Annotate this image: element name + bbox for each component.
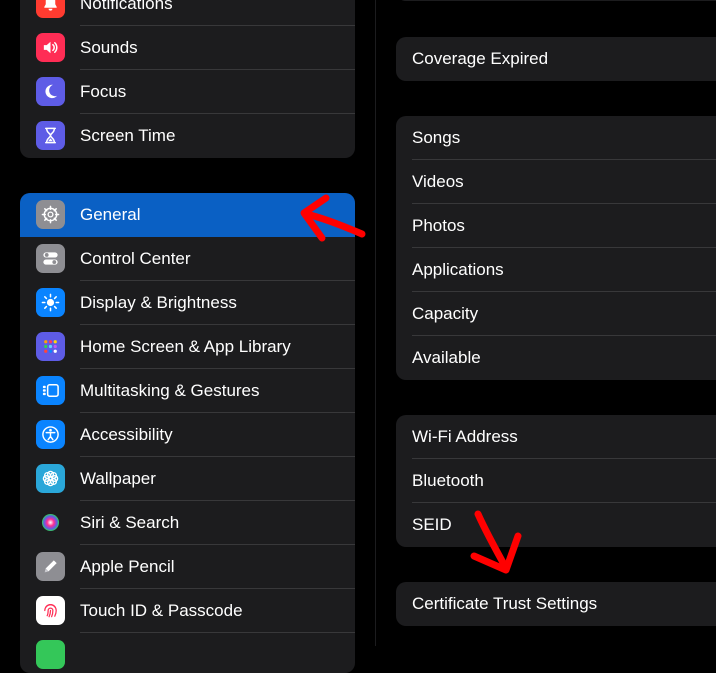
sidebar-item-label: Control Center: [80, 249, 191, 268]
seid-row[interactable]: SEID: [396, 503, 716, 547]
applications-label: Applications: [412, 260, 504, 279]
sidebar-item-accessibility[interactable]: Accessibility: [20, 413, 355, 457]
certificate-trust-settings-label: Certificate Trust Settings: [412, 594, 598, 613]
sidebar-item-label: Siri & Search: [80, 513, 180, 532]
sidebar-item-label: Sounds: [80, 38, 138, 57]
photos-row: Photos: [396, 204, 716, 248]
sidebar-item-label: Apple Pencil: [80, 557, 175, 576]
sidebar-group-1: Notifications Sounds Focus Screen Time: [20, 0, 355, 158]
bluetooth-row: Bluetooth: [396, 459, 716, 503]
flower-icon: [36, 464, 65, 493]
gear-icon: [36, 200, 65, 229]
sidebar-item-label: Display & Brightness: [80, 293, 237, 312]
sun-icon: [36, 288, 65, 317]
detail-group-coverage: Coverage Expired: [396, 37, 716, 81]
videos-label: Videos: [412, 172, 464, 191]
moon-icon: [36, 77, 65, 106]
hourglass-icon: [36, 121, 65, 150]
sidebar-item-label: Touch ID & Passcode: [80, 601, 243, 620]
sidebar-item-display-brightness[interactable]: Display & Brightness: [20, 281, 355, 325]
coverage-expired-row[interactable]: Coverage Expired: [396, 37, 716, 81]
sidebar-item-label: Multitasking & Gestures: [80, 381, 260, 400]
sidebar-item-notifications[interactable]: Notifications: [20, 0, 355, 26]
sidebar-item-general[interactable]: General: [20, 193, 355, 237]
sidebar-item-focus[interactable]: Focus: [20, 70, 355, 114]
sidebar-item-label: Focus: [80, 82, 127, 101]
multitasking-icon: [36, 376, 65, 405]
coverage-expired-label: Coverage Expired: [412, 49, 549, 68]
sidebar-item-label: General: [80, 205, 141, 224]
detail-group-top: [396, 0, 716, 1]
sidebar-item-wallpaper[interactable]: Wallpaper: [20, 457, 355, 501]
sidebar-item-label: Screen Time: [80, 126, 176, 145]
available-row: Available: [396, 336, 716, 380]
sidebar-group-2: General Control Center Display & Brightn…: [20, 193, 355, 673]
grid-icon: [36, 332, 65, 361]
sidebar-item-label: Home Screen & App Library: [80, 337, 291, 356]
sidebar-item-home-screen[interactable]: Home Screen & App Library: [20, 325, 355, 369]
sidebar-item-control-center[interactable]: Control Center: [20, 237, 355, 281]
detail-group-certificate: Certificate Trust Settings: [396, 582, 716, 626]
sidebar-item-label: Wallpaper: [80, 469, 156, 488]
available-label: Available: [412, 348, 481, 367]
photos-label: Photos: [412, 216, 465, 235]
sidebar-item-label: Accessibility: [80, 425, 173, 444]
sidebar-item-sounds[interactable]: Sounds: [20, 26, 355, 70]
sidebar-item-apple-pencil[interactable]: Apple Pencil: [20, 545, 355, 589]
battery-icon: [36, 640, 65, 669]
split-divider: [375, 0, 376, 646]
sidebar-item-screen-time[interactable]: Screen Time: [20, 114, 355, 158]
bell-icon: [36, 0, 65, 18]
bluetooth-label: Bluetooth: [412, 471, 484, 490]
seid-label: SEID: [412, 515, 452, 534]
fingerprint-icon: [36, 596, 65, 625]
sidebar-item-multitasking[interactable]: Multitasking & Gestures: [20, 369, 355, 413]
detail-group-media: Songs Videos Photos Applications Capacit…: [396, 116, 716, 380]
sidebar-item-siri-search[interactable]: Siri & Search: [20, 501, 355, 545]
detail-group-network: Wi-Fi Address Bluetooth SEID: [396, 415, 716, 547]
siri-icon: [36, 508, 65, 537]
certificate-trust-settings-row[interactable]: Certificate Trust Settings: [396, 582, 716, 626]
pencil-icon: [36, 552, 65, 581]
wifi-address-label: Wi-Fi Address: [412, 427, 518, 446]
sidebar-item-touch-id[interactable]: Touch ID & Passcode: [20, 589, 355, 633]
accessibility-icon: [36, 420, 65, 449]
capacity-row: Capacity: [396, 292, 716, 336]
speaker-icon: [36, 33, 65, 62]
applications-row: Applications: [396, 248, 716, 292]
songs-row: Songs: [396, 116, 716, 160]
videos-row: Videos: [396, 160, 716, 204]
wifi-address-row: Wi-Fi Address: [396, 415, 716, 459]
sidebar-item-battery[interactable]: [20, 633, 355, 673]
songs-label: Songs: [412, 128, 461, 147]
capacity-label: Capacity: [412, 304, 479, 323]
sidebar-item-label: Notifications: [80, 0, 173, 13]
toggles-icon: [36, 244, 65, 273]
